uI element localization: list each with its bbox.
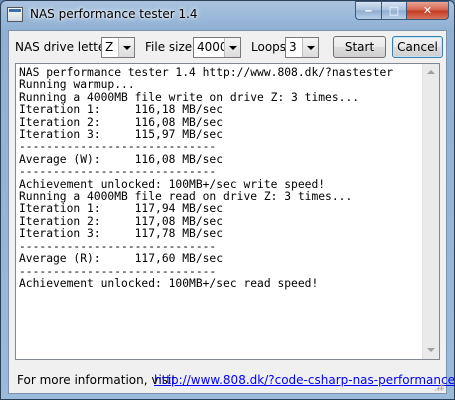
maximize-button[interactable]: □ — [381, 1, 406, 20]
file-size-value: 4000 — [197, 40, 228, 54]
minimize-button[interactable]: ‒ — [355, 1, 381, 20]
file-size-label: File size — [145, 40, 193, 54]
log-line: Running warmup... — [19, 78, 135, 92]
caption-buttons: ‒ □ ✕ — [355, 1, 449, 21]
drive-letter-value: Z — [105, 40, 114, 54]
info-link[interactable]: http://www.808.dk/?code-csharp-nas-perfo… — [154, 373, 455, 387]
log-line: Average (R): 117,60 MB/sec — [19, 252, 224, 266]
output-log[interactable]: NAS performance tester 1.4 http://www.80… — [15, 63, 440, 360]
vertical-scrollbar[interactable] — [422, 64, 439, 359]
window-title: NAS performance tester 1.4 — [30, 7, 198, 21]
loops-label: Loops — [251, 40, 287, 54]
log-line: Achievement unlocked: 100MB+/sec read sp… — [19, 276, 319, 290]
scroll-down-icon[interactable] — [423, 342, 439, 359]
drive-letter-select[interactable]: Z — [101, 37, 135, 58]
info-text: For more information, visit — [17, 373, 177, 387]
close-button[interactable]: ✕ — [406, 1, 449, 20]
drive-letter-label: NAS drive letter — [15, 40, 111, 54]
log-line: ----------------------------- — [19, 165, 217, 179]
app-window: NAS performance tester 1.4 ‒ □ ✕ NAS dri… — [0, 0, 455, 400]
chevron-down-icon[interactable] — [224, 38, 240, 57]
log-line: Iteration 1: 116,18 MB/sec — [19, 103, 224, 117]
client-area: NAS drive letter Z File size 4000 Loops … — [8, 30, 455, 394]
cancel-button[interactable]: Cancel — [392, 36, 443, 58]
file-size-select[interactable]: 4000 — [193, 37, 241, 58]
loops-value: 3 — [289, 40, 297, 54]
loops-select[interactable]: 3 — [285, 37, 319, 58]
chevron-down-icon[interactable] — [302, 38, 318, 57]
title-bar[interactable]: NAS performance tester 1.4 ‒ □ ✕ — [1, 1, 454, 30]
log-line: Iteration 1: 117,94 MB/sec — [19, 202, 224, 216]
log-line: ----------------------------- — [19, 140, 217, 154]
log-line: Iteration 3: 117,78 MB/sec — [19, 227, 224, 241]
app-window-icon[interactable] — [7, 7, 23, 22]
scroll-up-icon[interactable] — [423, 64, 439, 81]
log-text: NAS performance tester 1.4 http://www.80… — [19, 66, 393, 290]
start-button[interactable]: Start — [333, 36, 386, 58]
chevron-down-icon[interactable] — [118, 38, 134, 57]
